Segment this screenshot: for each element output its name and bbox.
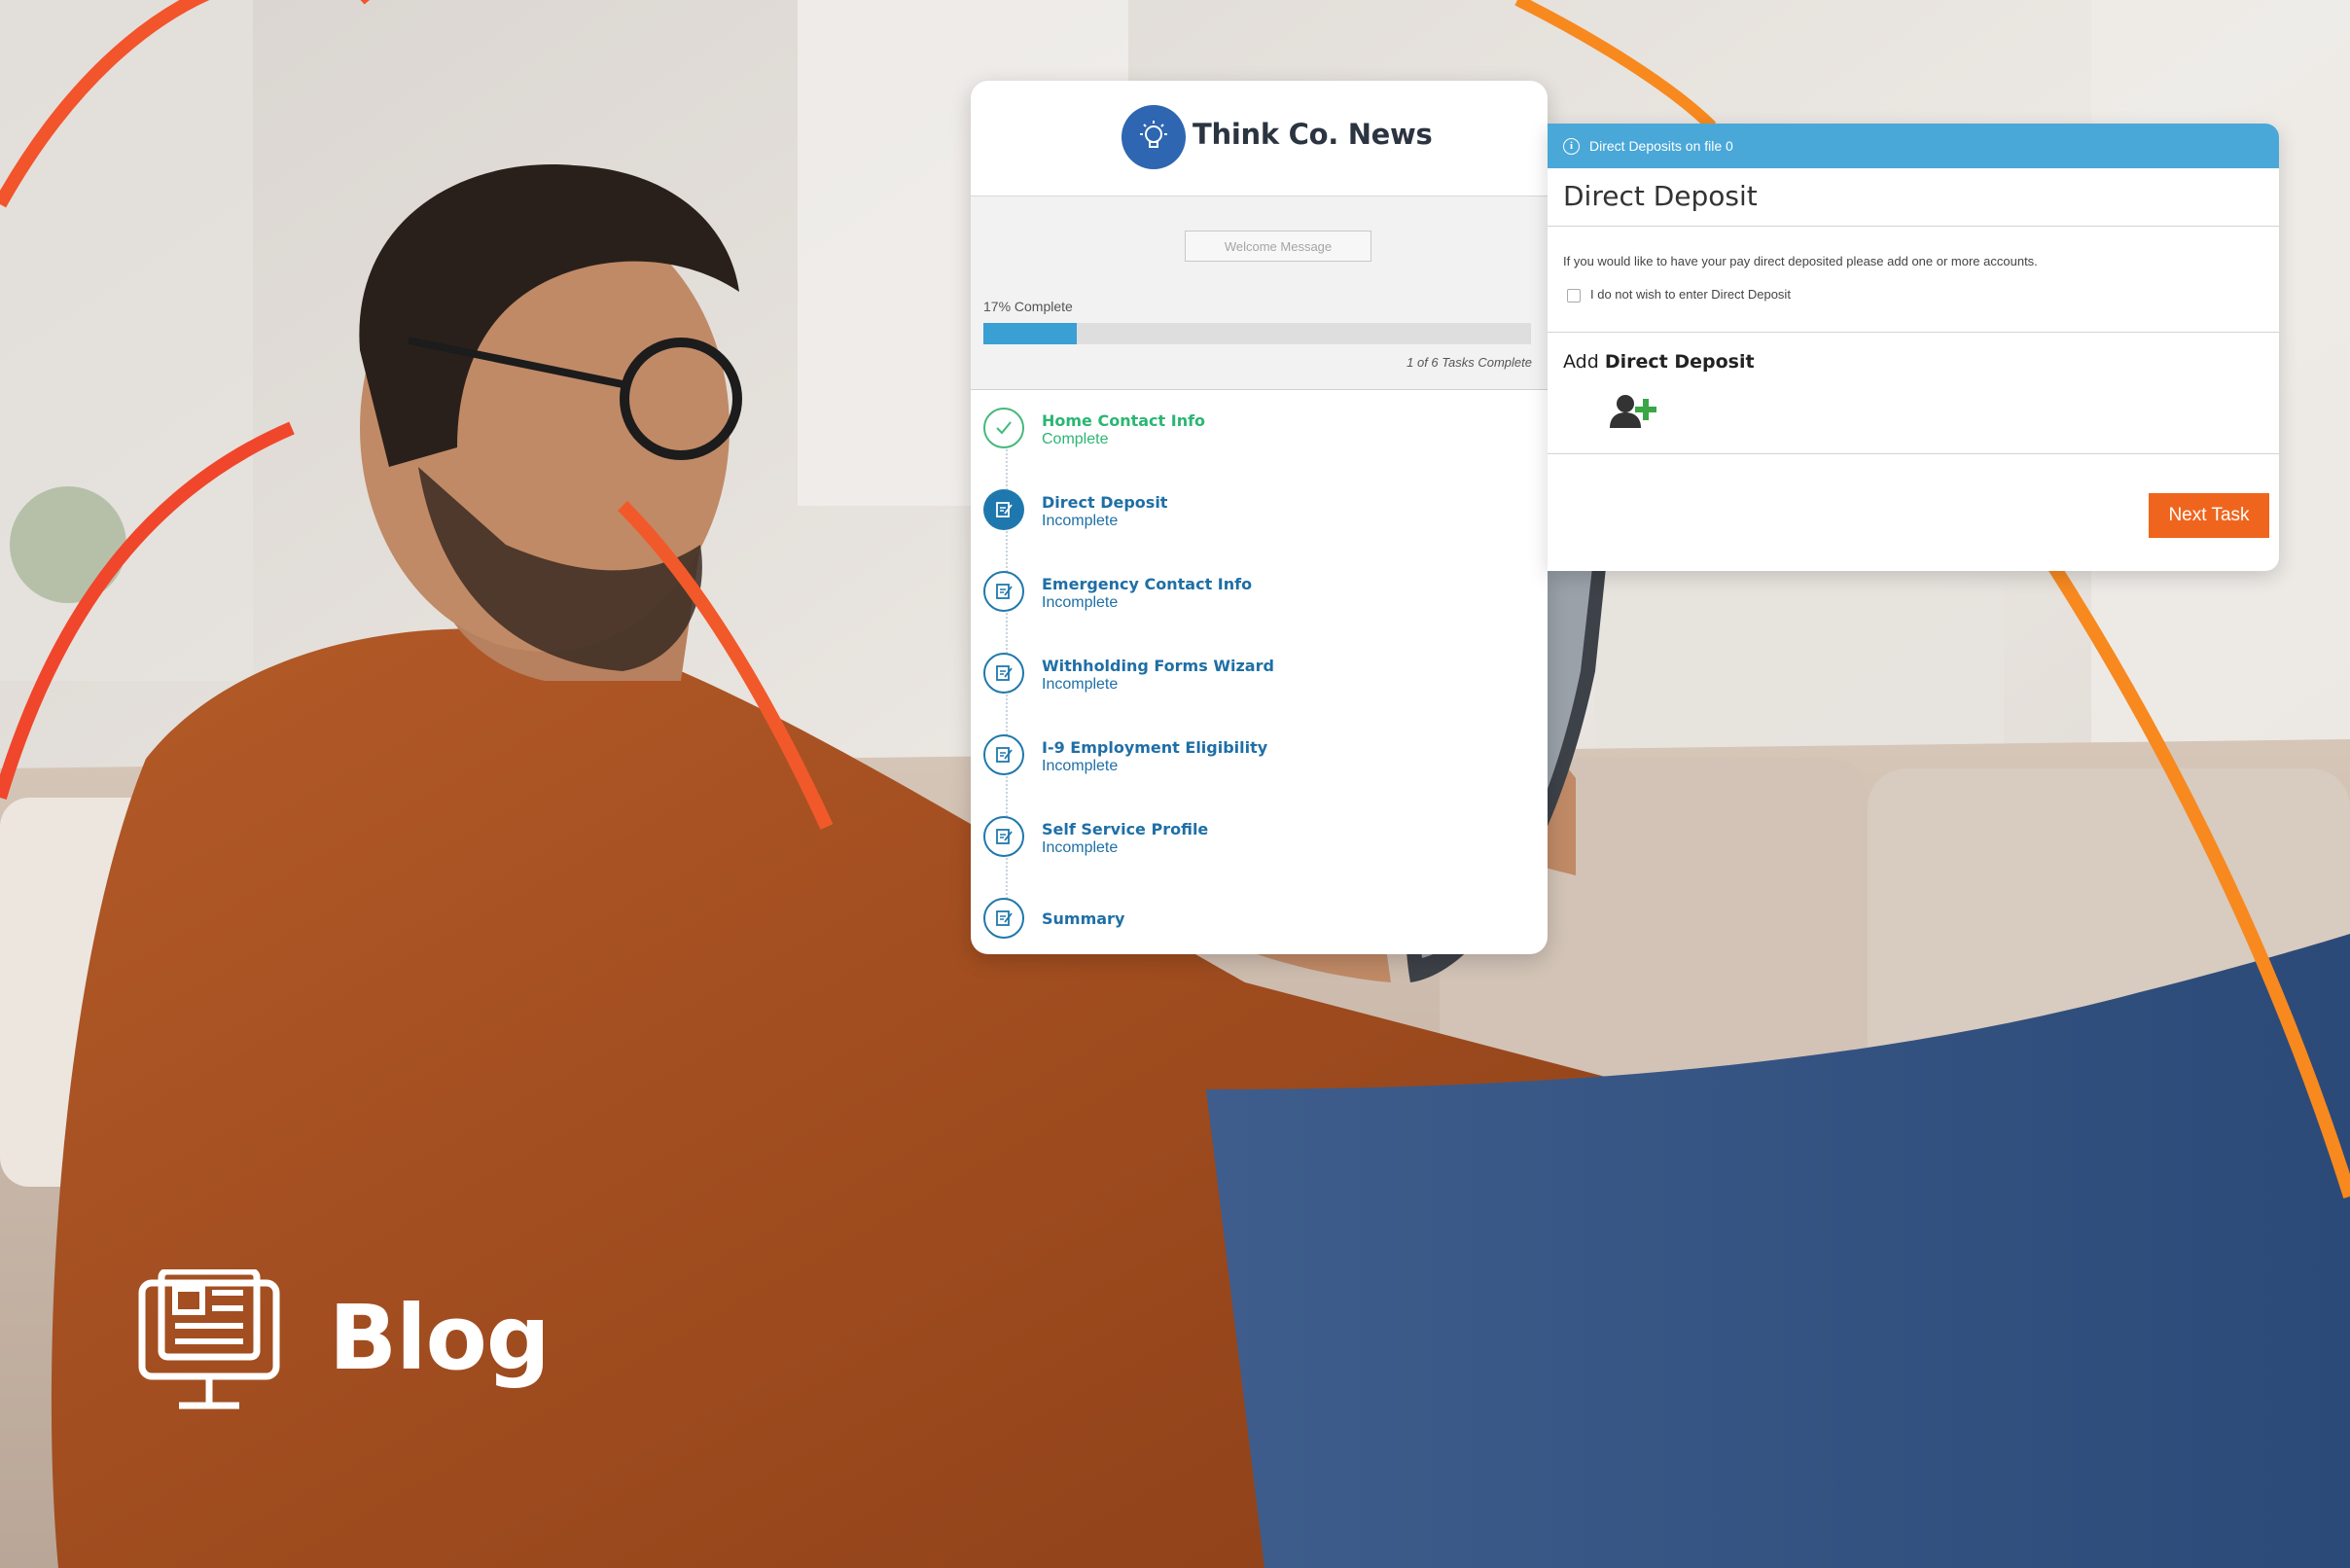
task-title: Home Contact Info [1042,411,1206,430]
task-status: Incomplete [1042,594,1119,611]
direct-deposit-panel: i Direct Deposits on file 0 Direct Depos… [1548,124,2279,571]
banner-text: Direct Deposits on file 0 [1589,138,1733,154]
blog-label: Blog [329,1286,551,1390]
task-title: Emergency Contact Info [1042,575,1253,593]
panel-header: Think Co. News [971,81,1548,196]
task-status: Incomplete [1042,513,1119,529]
progress-section: Welcome Message 17% Complete 1 of 6 Task… [971,196,1548,390]
task-list: Home Contact Info Complete Direct Deposi… [971,390,1548,954]
tasks-complete-count: 1 of 6 Tasks Complete [1406,355,1532,370]
edit-form-icon [983,653,1024,694]
opt-out-checkbox[interactable] [1567,289,1581,303]
add-label-prefix: Add [1563,351,1599,373]
task-title: Withholding Forms Wizard [1042,657,1274,675]
task-title: I-9 Employment Eligibility [1042,738,1268,757]
monitor-news-icon [136,1267,282,1419]
add-direct-deposit-section: Add Direct Deposit [1548,333,2279,454]
checkmark-icon [983,408,1024,448]
task-title: Summary [1042,909,1125,928]
task-item-direct-deposit[interactable]: Direct Deposit Incomplete [971,489,1548,571]
add-user-icon[interactable] [1608,393,1658,436]
opt-out-label: I do not wish to enter Direct Deposit [1590,287,1791,302]
onboarding-panel: Think Co. News Welcome Message 17% Compl… [971,81,1548,954]
info-icon: i [1563,137,1580,155]
task-status: Incomplete [1042,839,1119,856]
progress-bar [983,323,1531,344]
edit-form-icon [983,734,1024,775]
page-title: Direct Deposit [1548,168,2279,227]
add-direct-deposit-heading: Add Direct Deposit [1563,351,1755,373]
task-item-withholding-forms-wizard[interactable]: Withholding Forms Wizard Incomplete [971,653,1548,734]
deposits-on-file-banner: i Direct Deposits on file 0 [1548,124,2279,168]
blog-hero-image: Think Co. News Welcome Message 17% Compl… [0,0,2350,1568]
direct-deposit-instructions-section: If you would like to have your pay direc… [1548,227,2279,333]
edit-form-icon [983,816,1024,857]
task-title: Direct Deposit [1042,493,1168,512]
welcome-message-button[interactable]: Welcome Message [1185,231,1371,262]
add-label-bold: Direct Deposit [1604,351,1755,373]
instructions-text: If you would like to have your pay direc… [1563,254,2038,268]
progress-percent-label: 17% Complete [983,299,1073,314]
task-item-summary[interactable]: Summary [971,898,1548,954]
edit-form-icon [983,898,1024,939]
lightbulb-icon [1122,105,1186,169]
edit-form-icon [983,571,1024,612]
next-task-button[interactable]: Next Task [2149,493,2269,538]
task-status: Incomplete [1042,758,1119,774]
edit-form-icon [983,489,1024,530]
task-item-self-service-profile[interactable]: Self Service Profile Incomplete [971,816,1548,898]
brand-name: Think Co. News [1193,118,1433,151]
task-status: Complete [1042,431,1109,447]
task-title: Self Service Profile [1042,820,1209,838]
task-status: Incomplete [1042,676,1119,693]
task-item-home-contact-info[interactable]: Home Contact Info Complete [971,408,1548,489]
task-item-emergency-contact-info[interactable]: Emergency Contact Info Incomplete [971,571,1548,653]
task-item-i9-employment-eligibility[interactable]: I-9 Employment Eligibility Incomplete [971,734,1548,816]
progress-bar-fill [983,323,1077,344]
